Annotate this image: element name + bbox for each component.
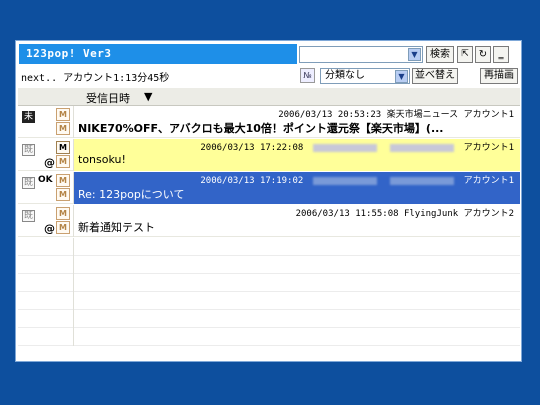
message-subject: tonsoku!	[78, 153, 126, 166]
message-datetime: 2006/03/13 20:53:23	[278, 110, 382, 120]
sort-button[interactable]: 並べ替え	[412, 68, 458, 84]
minimize-button[interactable]: ‗	[493, 46, 509, 63]
message-datetime: 2006/03/13 17:22:08	[200, 143, 304, 153]
message-row[interactable]: 既 OK M M 2006/03/13 17:19:02 アカウント1 Re: …	[18, 172, 520, 204]
message-account: アカウント1	[463, 110, 514, 120]
attachment-icon: @	[44, 222, 55, 235]
redacted-sender	[312, 176, 377, 185]
empty-row	[18, 328, 520, 346]
chevron-down-icon[interactable]: ▼	[408, 48, 421, 61]
app-title: 123pop! Ver3	[26, 47, 112, 60]
empty-row-flags	[18, 328, 74, 346]
mark-icon[interactable]: M	[56, 221, 70, 234]
message-content[interactable]: 2006/03/13 11:55:08 FlyingJunk アカウント2 新着…	[74, 205, 520, 237]
message-subject: Re: 123popについて	[78, 188, 185, 201]
category-select[interactable]: 分類なし ▼	[320, 68, 410, 84]
redraw-button[interactable]: 再描画	[480, 68, 518, 84]
message-list: 未 M M 2006/03/13 20:53:23 楽天市場ニュース アカウント…	[18, 106, 520, 358]
mark-icon[interactable]: M	[56, 141, 70, 154]
mark-icon[interactable]: M	[56, 108, 70, 121]
message-subject: NIKE70%OFF、アバクロも最大10倍！ポイント還元祭【楽天市場】(...	[78, 122, 444, 135]
read-badge: 既	[22, 144, 35, 156]
redacted-sender	[390, 176, 455, 185]
message-meta: 2006/03/13 17:22:08 アカウント1	[200, 140, 514, 153]
message-content[interactable]: 2006/03/13 20:53:23 楽天市場ニュース アカウント1 NIKE…	[74, 106, 520, 138]
mark-icon[interactable]: M	[56, 174, 70, 187]
empty-row-flags	[18, 274, 74, 292]
empty-row-flags	[18, 256, 74, 274]
message-row[interactable]: 既 @ M M 2006/03/13 17:22:08 アカウント1 tonso…	[18, 139, 520, 171]
empty-row-flags	[18, 310, 74, 328]
empty-row	[18, 238, 520, 256]
title-bar: 123pop! Ver3	[19, 44, 297, 64]
message-sender: FlyingJunk	[403, 209, 459, 219]
unread-badge: 未	[22, 111, 35, 123]
category-value: 分類なし	[325, 70, 365, 81]
message-meta: 2006/03/13 11:55:08 FlyingJunk アカウント2	[296, 206, 514, 219]
column-header[interactable]: 受信日時 ▼	[72, 88, 520, 106]
mark-icon[interactable]: M	[56, 155, 70, 168]
mark-icon[interactable]: M	[56, 188, 70, 201]
message-datetime: 2006/03/13 11:55:08	[295, 209, 399, 219]
app-window: 123pop! Ver3 ▼ 検索 ⇱ ↻ ‗ next.. アカウント1:13…	[15, 40, 522, 362]
chevron-down-icon[interactable]: ▼	[395, 70, 408, 83]
next-check-timer: next.. アカウント1:13分45秒	[21, 73, 170, 84]
empty-row	[18, 292, 520, 310]
refresh-icon[interactable]: ↻	[475, 46, 491, 63]
row-flags: 既 OK M M	[18, 172, 74, 204]
read-badge: 既	[22, 177, 35, 189]
status-row: next.. アカウント1:13分45秒 № 分類なし ▼ 並べ替え 再描画	[16, 68, 523, 84]
message-meta: 2006/03/13 20:53:23 楽天市場ニュース アカウント1	[278, 107, 514, 120]
ok-mark: OK	[38, 175, 53, 185]
row-flags: 未 M M	[18, 106, 74, 138]
empty-row	[18, 274, 520, 292]
row-flags: 既 @ M M	[18, 139, 74, 171]
message-account: アカウント1	[463, 143, 514, 153]
row-flags: 既 @ M M	[18, 205, 74, 237]
redacted-sender	[390, 143, 455, 152]
empty-row-flags	[18, 292, 74, 310]
search-combo[interactable]: ▼	[299, 46, 423, 63]
message-subject: 新着通知テスト	[78, 221, 155, 234]
read-badge: 既	[22, 210, 35, 222]
mark-icon[interactable]: M	[56, 207, 70, 220]
number-icon[interactable]: №	[300, 68, 315, 83]
message-sender: 楽天市場ニュース	[386, 110, 459, 120]
empty-row	[18, 256, 520, 274]
mark-icon[interactable]: M	[56, 122, 70, 135]
message-content[interactable]: 2006/03/13 17:22:08 アカウント1 tonsoku!	[74, 139, 520, 171]
attachment-icon: @	[44, 156, 55, 169]
message-account: アカウント1	[463, 176, 514, 186]
settings-icon[interactable]: ⇱	[457, 46, 473, 63]
empty-row	[18, 310, 520, 328]
message-row[interactable]: 既 @ M M 2006/03/13 11:55:08 FlyingJunk ア…	[18, 205, 520, 237]
message-account: アカウント2	[463, 209, 514, 219]
message-content-selected[interactable]: 2006/03/13 17:19:02 アカウント1 Re: 123popについ…	[74, 172, 520, 204]
empty-row-flags	[18, 238, 74, 256]
search-button[interactable]: 検索	[426, 46, 454, 63]
column-header-left	[18, 88, 72, 106]
message-row[interactable]: 未 M M 2006/03/13 20:53:23 楽天市場ニュース アカウント…	[18, 106, 520, 138]
received-column-label[interactable]: 受信日時	[86, 90, 130, 106]
redacted-sender	[312, 143, 377, 152]
message-datetime: 2006/03/13 17:19:02	[200, 176, 304, 186]
message-meta: 2006/03/13 17:19:02 アカウント1	[200, 173, 514, 186]
sort-desc-icon: ▼	[144, 90, 153, 103]
